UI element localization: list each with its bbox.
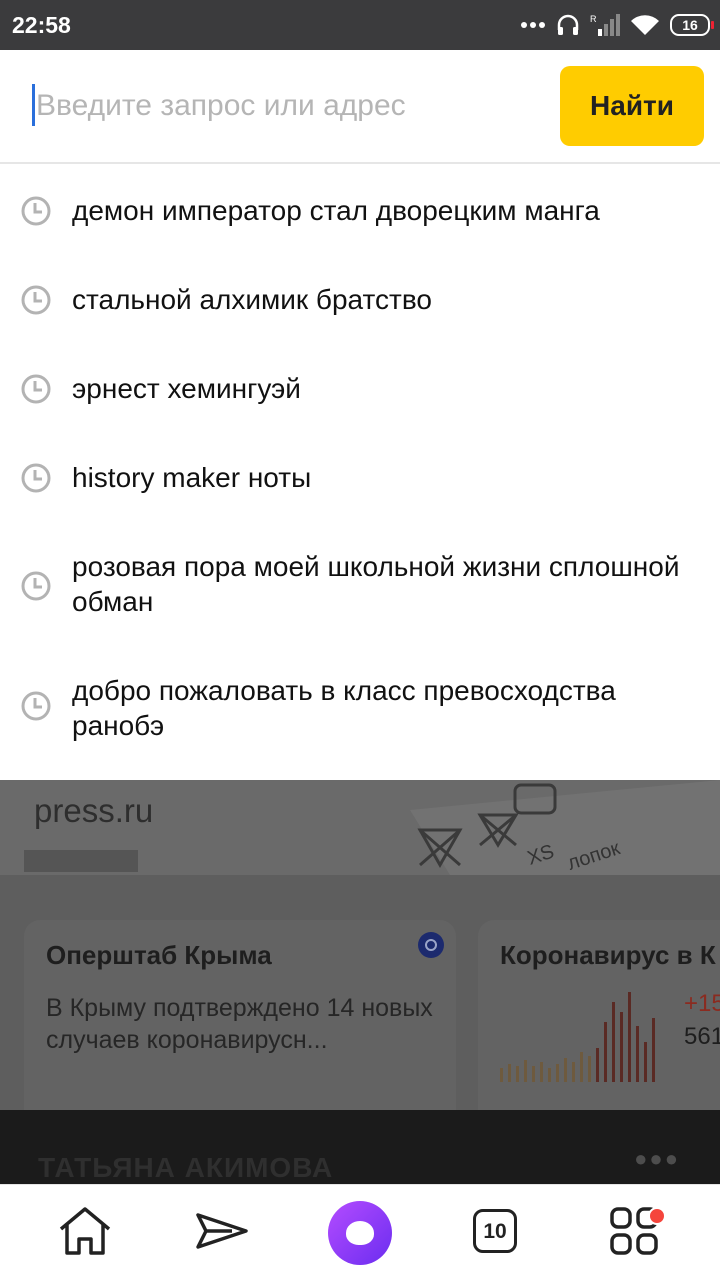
search-suggestions-panel: Найти демон император стал дворецким ман… (0, 50, 720, 780)
wifi-icon (631, 15, 659, 35)
bottom-navigation: 10 (0, 1184, 720, 1281)
battery-indicator: 16 (670, 14, 714, 36)
suggestion-text: демон император стал дворецким манга (72, 195, 600, 226)
home-icon[interactable] (55, 1201, 115, 1261)
tabs-counter-button[interactable]: 10 (473, 1209, 517, 1253)
next-story-title: ТАТЬЯНА АКИМОВА (38, 1152, 334, 1183)
history-clock-icon (21, 374, 51, 404)
suggestion-text: history maker ноты (72, 462, 312, 493)
mini-bar-chart-icon (500, 992, 655, 1082)
status-time: 22:58 (12, 12, 71, 38)
alice-assistant-button[interactable] (328, 1201, 392, 1265)
covid-delta: +15 (684, 990, 720, 1017)
next-story-strip: ТАТЬЯНА АКИМОВА ●●● (0, 1110, 720, 1184)
send-icon[interactable] (192, 1201, 252, 1261)
card-title: Коронавирус в К (500, 940, 716, 970)
search-bar: Найти (0, 50, 720, 164)
dimmed-feed: press.ru XS лопок Оперштаб Крыма В Крыму… (0, 780, 720, 1184)
history-clock-icon (21, 285, 51, 315)
signal-icon: R (590, 14, 620, 36)
find-button[interactable]: Найти (560, 66, 704, 146)
suggestion-item[interactable]: стальной алхимик братство (0, 275, 720, 325)
laundry-label-image: XS лопок (410, 780, 720, 875)
more-options-icon: ●●● (634, 1146, 680, 1171)
history-clock-icon (21, 691, 51, 721)
suggestion-item[interactable]: history maker ноты (0, 453, 720, 503)
suggestion-item[interactable]: демон император стал дворецким манга (0, 186, 720, 236)
status-bar: 22:58 R 16 (0, 0, 720, 50)
history-clock-icon (21, 196, 51, 226)
covid-total: 561 (684, 1023, 720, 1050)
headphones-icon (557, 14, 579, 35)
svg-text:R: R (590, 14, 597, 24)
card-text: В Крыму подтверждено 14 новых случаев ко… (46, 994, 433, 1054)
source-badge-icon (418, 932, 444, 958)
banner-tag (24, 850, 138, 872)
suggestion-item[interactable]: добро пожаловать в класс превосходства р… (0, 670, 720, 750)
status-icons: R 16 (520, 10, 714, 40)
notification-dot (648, 1207, 666, 1225)
suggestion-text: добро пожаловать в класс превосходства р… (72, 675, 616, 741)
history-clock-icon (21, 463, 51, 493)
suggestion-item[interactable]: розовая пора моей школьной жизни сплошно… (0, 546, 720, 626)
banner-source: press.ru (34, 792, 154, 829)
search-input[interactable] (34, 80, 538, 132)
card-title: Оперштаб Крыма (46, 940, 272, 970)
news-banner: press.ru XS лопок (0, 780, 720, 875)
suggestion-text: розовая пора моей школьной жизни сплошно… (72, 551, 680, 617)
suggestion-text: эрнест хемингуэй (72, 373, 301, 404)
more-dots-icon (521, 22, 545, 28)
suggestion-item[interactable]: эрнест хемингуэй (0, 364, 720, 414)
history-clock-icon (21, 571, 51, 601)
suggestion-text: стальной алхимик братство (72, 284, 432, 315)
